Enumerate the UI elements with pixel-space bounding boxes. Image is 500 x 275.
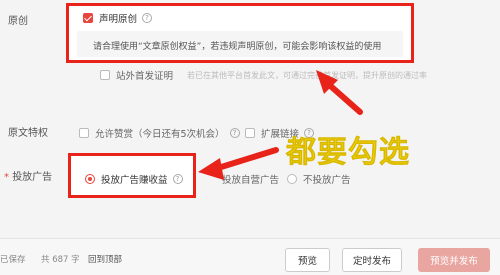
allow-tip-checkbox[interactable]: [79, 128, 89, 138]
footer-word-count: 共 687 字: [41, 255, 80, 265]
first-publish-hint: 若已在其他平台首发此文，可通过完善首发证明，提升原创的通过率: [187, 70, 428, 80]
declare-original-checkbox[interactable]: [83, 13, 93, 23]
ad-highlight-box: 投放广告赚收益 ?: [68, 153, 196, 198]
label-article-privilege: 原文特权: [8, 128, 48, 139]
preview-button[interactable]: 预览: [285, 248, 330, 272]
ad-earn-radio[interactable]: [85, 174, 95, 184]
ad-none-radio[interactable]: [287, 174, 297, 184]
first-publish-option[interactable]: 站外首发证明 若已在其他平台首发此文，可通过完善首发证明，提升原创的通过率: [100, 68, 427, 82]
help-icon[interactable]: ?: [172, 174, 183, 184]
help-icon[interactable]: ?: [229, 128, 240, 138]
allow-tip-option[interactable]: 允许赞赏（今日还有5次机会） ?: [79, 126, 240, 140]
original-notice-box: 请合理使用“文章原创权益”，若违规声明原创，可能会影响该权益的使用: [77, 31, 403, 57]
allow-tip-label: 允许赞赏（今日还有5次机会）: [95, 129, 225, 140]
annotation-text: 都要勾选: [286, 135, 410, 171]
extend-link-checkbox[interactable]: [245, 128, 255, 138]
ad-none-option[interactable]: 不投放广告: [287, 172, 351, 186]
declare-original-label: 声明原创: [99, 14, 138, 25]
ad-earn-label: 投放广告赚收益: [101, 175, 168, 186]
ad-none-label: 不投放广告: [303, 175, 351, 186]
footer-saved: 已保存: [0, 255, 26, 265]
ad-self-option[interactable]: 投放自营广告: [222, 172, 279, 186]
back-to-top-link[interactable]: 回到顶部: [88, 253, 122, 265]
label-ad: * 投放广告: [4, 168, 52, 183]
declare-original-option[interactable]: 声明原创 ?: [83, 11, 153, 25]
original-notice-text: 请合理使用“文章原创权益”，若违规声明原创，可能会影响该权益的使用: [93, 42, 382, 52]
label-original: 原创: [8, 16, 28, 27]
original-highlight-box: 声明原创 ? 请合理使用“文章原创权益”，若违规声明原创，可能会影响该权益的使用: [66, 3, 414, 63]
ad-earn-option[interactable]: 投放广告赚收益 ?: [85, 172, 183, 186]
scheduled-publish-button[interactable]: 定时发布: [342, 248, 402, 272]
ad-self-label: 投放自营广告: [222, 175, 280, 186]
label-ad-text: 投放广告: [12, 172, 53, 183]
help-icon[interactable]: ?: [142, 13, 153, 23]
first-publish-checkbox[interactable]: [100, 70, 110, 80]
first-publish-label: 站外首发证明: [116, 71, 174, 82]
preview-publish-button[interactable]: 预览并发布: [418, 248, 490, 272]
required-mark: *: [4, 172, 9, 183]
